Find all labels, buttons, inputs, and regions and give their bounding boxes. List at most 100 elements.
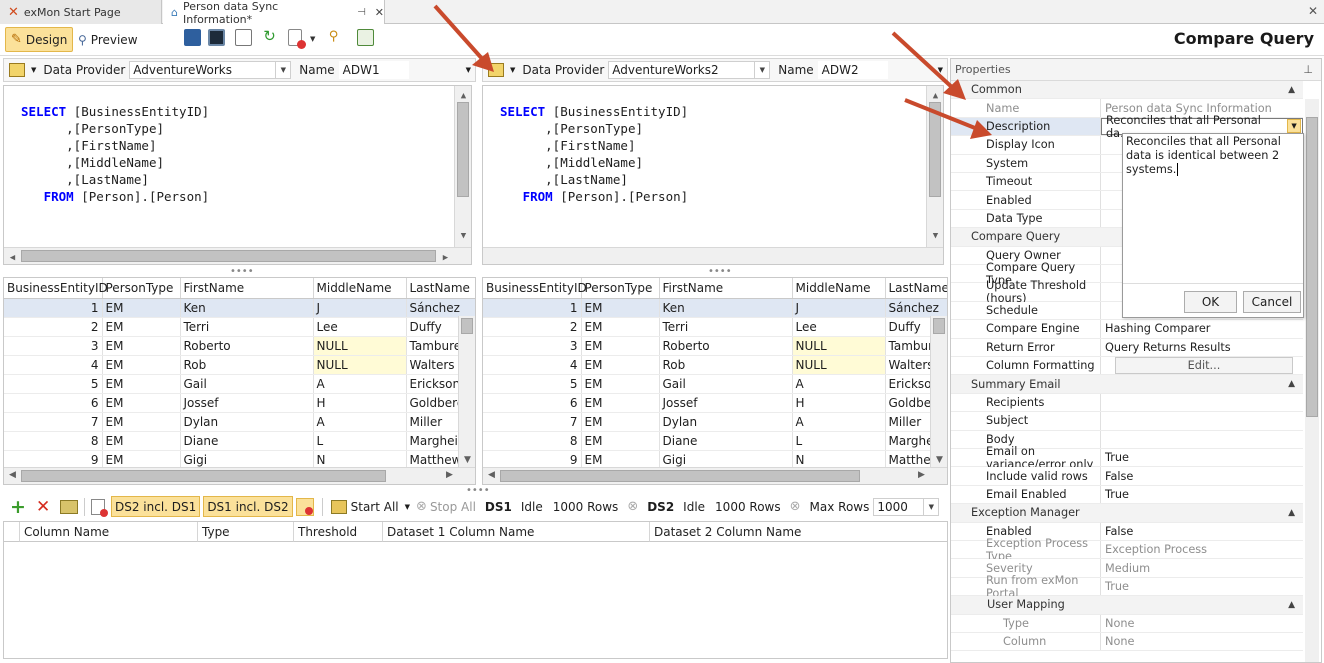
- table-cell[interactable]: Jossef: [180, 393, 314, 413]
- table-row[interactable]: 7 EM Dylan A Miller: [483, 412, 947, 432]
- collapse-icon[interactable]: ▲: [1288, 508, 1295, 518]
- table-cell[interactable]: Terri: [659, 317, 793, 337]
- table-cell[interactable]: Sánchez: [885, 298, 947, 318]
- table-cell[interactable]: EM: [581, 431, 660, 451]
- table-cell[interactable]: EM: [581, 393, 660, 413]
- table-cell[interactable]: 7: [483, 412, 582, 432]
- close-tab-icon[interactable]: ✕: [375, 6, 384, 19]
- table-cell[interactable]: 4: [483, 355, 582, 375]
- grid-view-icon[interactable]: [357, 29, 374, 46]
- user-search-icon[interactable]: ⚲: [325, 29, 342, 46]
- table-cell[interactable]: Lee: [792, 317, 886, 337]
- ds2-incl-ds1-button[interactable]: DS2 incl. DS1: [111, 496, 201, 517]
- table-cell[interactable]: EM: [581, 336, 660, 356]
- table-cell[interactable]: Terri: [180, 317, 314, 337]
- table-cell[interactable]: 2: [483, 317, 582, 337]
- column-header[interactable]: Dataset 2 Column Name: [650, 522, 947, 542]
- table-cell[interactable]: Sánchez: [406, 298, 475, 318]
- vertical-scrollbar[interactable]: ▲ ▼: [926, 86, 943, 247]
- table-cell[interactable]: 5: [483, 374, 582, 394]
- property-row[interactable]: Recipients: [951, 393, 1303, 413]
- scroll-left-icon[interactable]: ◀: [4, 250, 21, 264]
- auto-map-icon[interactable]: [60, 499, 78, 514]
- column-header[interactable]: Dataset 1 Column Name: [383, 522, 650, 542]
- copy-icon[interactable]: [235, 29, 252, 46]
- table-cell[interactable]: 6: [483, 393, 582, 413]
- scroll-down-icon[interactable]: ▼: [927, 228, 943, 245]
- column-header[interactable]: Threshold: [294, 522, 383, 542]
- table-cell[interactable]: A: [792, 374, 886, 394]
- preview-button[interactable]: ⚲ Preview: [72, 27, 144, 52]
- scroll-down-icon[interactable]: ▼: [459, 455, 475, 465]
- dropdown-arrow-icon[interactable]: ▼: [31, 66, 36, 74]
- table-cell[interactable]: Diane: [659, 431, 793, 451]
- chevron-down-icon[interactable]: ▼: [923, 498, 938, 515]
- table-cell[interactable]: Ken: [659, 298, 793, 318]
- edit-button[interactable]: Edit...: [1115, 357, 1293, 375]
- scroll-thumb[interactable]: [457, 102, 469, 197]
- property-row[interactable]: Column Formatting Edit...: [951, 357, 1303, 376]
- table-cell[interactable]: 4: [4, 355, 103, 375]
- pin-icon[interactable]: ⊣: [357, 7, 366, 18]
- table-cell[interactable]: 7: [4, 412, 103, 432]
- property-row[interactable]: Return Error Query Returns Results: [951, 338, 1303, 357]
- table-cell[interactable]: Ken: [180, 298, 314, 318]
- column-header[interactable]: PersonType: [581, 278, 660, 299]
- add-icon[interactable]: +: [10, 496, 28, 518]
- ok-button[interactable]: OK: [1184, 291, 1237, 313]
- description-textarea[interactable]: Reconciles that all Personal data is ide…: [1123, 134, 1303, 284]
- data-provider-select[interactable]: AdventureWorks ▼: [129, 61, 292, 79]
- scroll-thumb[interactable]: [929, 102, 941, 197]
- property-value[interactable]: Edit...: [1101, 357, 1303, 375]
- dropdown-arrow-icon[interactable]: ▼: [310, 35, 315, 43]
- table-cell[interactable]: 6: [4, 393, 103, 413]
- table-cell[interactable]: 8: [4, 431, 103, 451]
- table-cell[interactable]: EM: [102, 355, 181, 375]
- vertical-scrollbar[interactable]: ▼: [930, 316, 947, 467]
- horizontal-scrollbar[interactable]: [483, 247, 943, 264]
- table-cell[interactable]: 3: [483, 336, 582, 356]
- property-value[interactable]: [1101, 394, 1303, 411]
- datasource-icon[interactable]: [488, 63, 504, 77]
- stop-icon[interactable]: ⊗: [416, 499, 427, 514]
- property-value[interactable]: [1101, 412, 1303, 429]
- data-provider-select[interactable]: AdventureWorks2 ▼: [608, 61, 771, 79]
- property-value[interactable]: False: [1101, 523, 1303, 540]
- chevron-down-icon[interactable]: ▼: [466, 66, 471, 74]
- horizontal-scrollbar[interactable]: ◀ ▶: [4, 467, 475, 484]
- start-all-button[interactable]: Start All: [351, 500, 399, 514]
- horizontal-scrollbar[interactable]: ◀ ▶: [4, 247, 471, 264]
- scroll-thumb[interactable]: [933, 318, 945, 334]
- table-cell[interactable]: 1: [4, 298, 103, 318]
- column-header[interactable]: BusinessEntityID: [483, 278, 587, 299]
- design-button[interactable]: ✎ Design: [5, 27, 74, 52]
- table-cell[interactable]: Diane: [180, 431, 314, 451]
- close-window-icon[interactable]: ✕: [1308, 4, 1318, 18]
- table-cell[interactable]: Dylan: [659, 412, 793, 432]
- table-row[interactable]: 4 EM Rob NULL Walters: [483, 355, 947, 375]
- property-category[interactable]: User Mapping ▲: [951, 596, 1303, 615]
- dataset-name-input[interactable]: ADW2: [817, 61, 888, 79]
- table-cell[interactable]: Roberto: [180, 336, 314, 356]
- property-row[interactable]: Email on variance/error only True: [951, 445, 1303, 471]
- table-cell[interactable]: EM: [102, 298, 181, 318]
- column-header[interactable]: FirstName: [659, 278, 793, 299]
- cancel-button[interactable]: Cancel: [1243, 291, 1301, 313]
- column-header[interactable]: Column Name: [20, 522, 198, 542]
- table-cell[interactable]: Roberto: [659, 336, 793, 356]
- table-cell[interactable]: EM: [102, 393, 181, 413]
- dataset-name-input[interactable]: ADW1: [338, 61, 409, 79]
- table-cell[interactable]: 3: [4, 336, 103, 356]
- table-row[interactable]: 2 EM Terri Lee Duffy: [4, 317, 475, 337]
- table-cell[interactable]: Rob: [659, 355, 793, 375]
- table-row[interactable]: 4 EM Rob NULL Walters: [4, 355, 475, 375]
- table-cell[interactable]: EM: [102, 431, 181, 451]
- property-row[interactable]: Subject: [951, 412, 1303, 431]
- stop-all-button[interactable]: Stop All: [430, 500, 476, 514]
- splitter-grip[interactable]: ••••: [708, 266, 732, 277]
- table-cell[interactable]: EM: [581, 298, 660, 318]
- table-row[interactable]: 3 EM Roberto NULL Tamburello: [4, 336, 475, 356]
- table-row[interactable]: 2 EM Terri Lee Duffy: [483, 317, 947, 337]
- vertical-scrollbar[interactable]: ▼: [458, 316, 475, 467]
- vertical-scrollbar[interactable]: ▲ ▼: [454, 86, 471, 247]
